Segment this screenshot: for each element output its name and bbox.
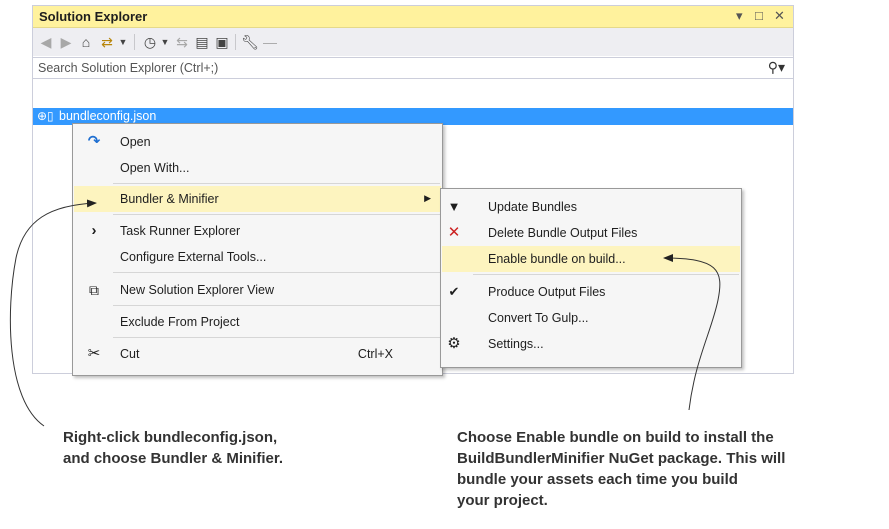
menu-separator xyxy=(113,337,440,338)
menu-item-open[interactable]: ↷ Open xyxy=(74,129,441,155)
annotation-left: Right-click bundleconfig.json, and choos… xyxy=(63,427,283,469)
toolbar: ◀ ▶ ⌂ ⇄ ▼ ◷ ▼ ⇆ ▤ ▣ 🔧︎ ― xyxy=(33,28,793,56)
menu-item-label: Settings... xyxy=(488,337,544,351)
back-icon[interactable]: ◀ xyxy=(37,32,55,52)
title-bar: Solution Explorer ▾ □ ✕ xyxy=(33,6,793,28)
menu-item-enable-bundle-on-build[interactable]: Enable bundle on build... xyxy=(442,246,740,272)
menu-item-label: Enable bundle on build... xyxy=(488,252,626,266)
menu-separator xyxy=(113,272,440,273)
menu-item-label: Produce Output Files xyxy=(488,285,606,299)
menu-separator xyxy=(113,183,440,184)
menu-item-configure-external-tools[interactable]: Configure External Tools... xyxy=(74,244,441,270)
menu-item-exclude-from-project[interactable]: Exclude From Project xyxy=(74,309,441,335)
menu-item-new-solution-explorer-view[interactable]: ⧉ New Solution Explorer View xyxy=(74,277,441,303)
new-view-icon: ⧉ xyxy=(89,282,99,298)
preview-icon[interactable]: ― xyxy=(261,32,279,52)
chevron-right-icon: › xyxy=(91,222,97,239)
menu-item-settings[interactable]: ⚙ Settings... xyxy=(442,331,740,357)
menu-item-label: Update Bundles xyxy=(488,200,577,214)
home-icon[interactable]: ⌂ xyxy=(77,32,95,52)
window-maximize-button[interactable]: □ xyxy=(755,8,763,23)
search-bar: ⚲▾ xyxy=(33,57,793,79)
menu-separator xyxy=(113,305,440,306)
chevron-down-icon[interactable]: ▼ xyxy=(159,32,171,52)
menu-item-label: Bundler & Minifier xyxy=(120,192,219,206)
toolbar-separator xyxy=(134,34,135,50)
gear-icon: ⚙ xyxy=(447,335,461,352)
menu-item-produce-output-files[interactable]: ✔ Produce Output Files xyxy=(442,279,740,305)
menu-item-shortcut: Ctrl+X xyxy=(357,347,393,361)
window-title: Solution Explorer xyxy=(39,9,148,24)
menu-item-convert-to-gulp[interactable]: Convert To Gulp... xyxy=(442,305,740,331)
show-all-files-icon[interactable]: ▣ xyxy=(213,32,231,52)
menu-item-label: Task Runner Explorer xyxy=(120,224,241,238)
toolbar-separator xyxy=(235,34,236,50)
menu-item-label: Open With... xyxy=(120,161,190,175)
annotation-right: Choose Enable bundle on build to install… xyxy=(457,427,785,511)
menu-item-bundler-minifier[interactable]: Bundler & Minifier ▶ xyxy=(74,186,441,212)
json-file-icon: ⊕▯ xyxy=(37,109,54,123)
scissors-icon: ✂ xyxy=(87,345,101,362)
sync-active-doc-icon[interactable]: ⇄ xyxy=(97,32,117,52)
pending-changes-icon[interactable]: ◷ xyxy=(141,32,159,52)
menu-separator xyxy=(113,214,440,215)
menu-item-label: Open xyxy=(120,135,151,149)
menu-item-cut[interactable]: ✂ Cut Ctrl+X xyxy=(74,341,441,367)
menu-item-label: Delete Bundle Output Files xyxy=(488,226,638,240)
menu-item-task-runner-explorer[interactable]: › Task Runner Explorer xyxy=(74,218,441,244)
annotation-line: your project. xyxy=(457,492,548,509)
redo-arrow-icon: ↷ xyxy=(87,133,101,150)
chevron-down-icon[interactable]: ▼ xyxy=(117,32,129,52)
annotation-line: Right-click bundleconfig.json, xyxy=(63,429,278,446)
submenu-arrow-icon: ▶ xyxy=(424,193,431,203)
menu-item-label: Cut xyxy=(120,347,140,361)
search-icon[interactable]: ⚲▾ xyxy=(768,59,785,76)
refresh-icon[interactable]: ⇆ xyxy=(173,32,191,52)
annotation-line: Choose Enable bundle on build to install… xyxy=(457,429,774,446)
context-menu: ↷ Open Open With... Bundler & Minifier ▶… xyxy=(72,123,443,376)
annotation-line: and choose Bundler & Minifier. xyxy=(63,450,284,467)
delete-x-icon: ✕ xyxy=(447,224,461,241)
annotation-line: bundle your assets each time you build xyxy=(457,471,738,488)
forward-icon[interactable]: ▶ xyxy=(57,32,75,52)
menu-item-open-with[interactable]: Open With... xyxy=(74,155,441,181)
menu-item-label: Exclude From Project xyxy=(120,315,240,329)
checkmark-icon: ✔ xyxy=(448,284,460,299)
collapse-all-icon[interactable]: ▤ xyxy=(193,32,211,52)
menu-item-delete-bundle-output-files[interactable]: ✕ Delete Bundle Output Files xyxy=(442,220,740,246)
menu-item-label: Configure External Tools... xyxy=(120,250,267,264)
bundler-submenu: ▼ Update Bundles ✕ Delete Bundle Output … xyxy=(440,188,742,368)
menu-item-update-bundles[interactable]: ▼ Update Bundles xyxy=(442,194,740,220)
menu-item-label: New Solution Explorer View xyxy=(120,283,275,297)
menu-item-label: Convert To Gulp... xyxy=(488,311,589,325)
properties-wrench-icon[interactable]: 🔧︎ xyxy=(241,32,259,52)
annotation-line: BuildBundlerMinifier NuGet package. This… xyxy=(457,450,786,467)
search-input[interactable] xyxy=(33,58,738,78)
window-dropdown-button[interactable]: ▾ xyxy=(736,8,743,24)
funnel-icon: ▼ xyxy=(447,199,461,214)
window-close-button[interactable]: ✕ xyxy=(774,8,785,24)
menu-separator xyxy=(473,274,739,275)
